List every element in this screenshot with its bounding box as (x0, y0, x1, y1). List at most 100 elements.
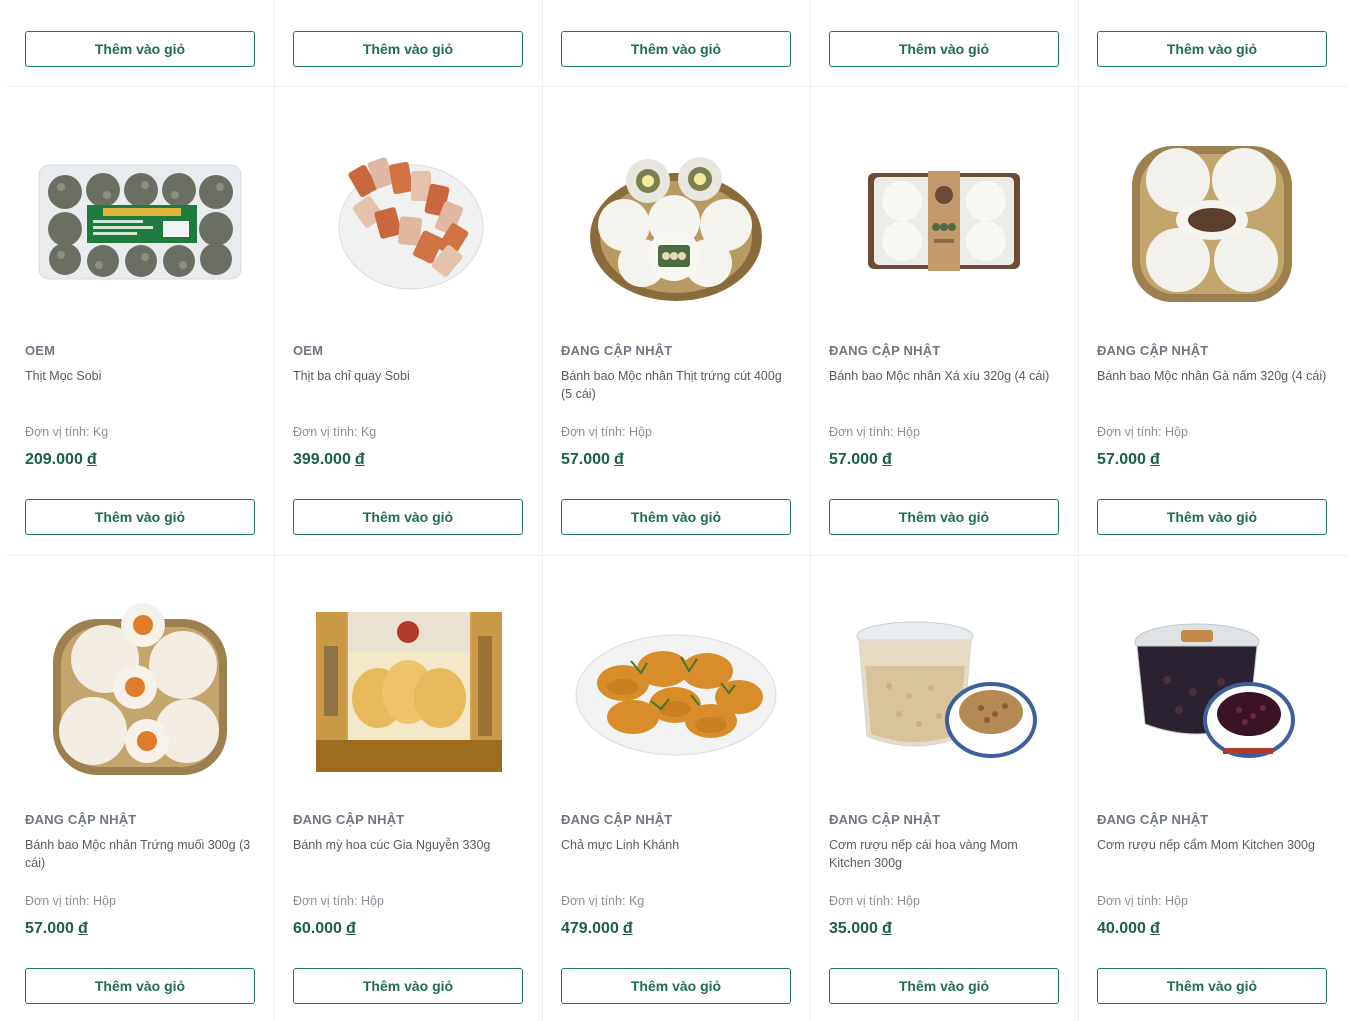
price-value: 57.000 (25, 920, 74, 937)
price-value: 479.000 (561, 920, 619, 937)
product-unit: Đơn vị tính: Kg (25, 425, 108, 439)
price-value: 57.000 (561, 451, 610, 468)
price-value: 57.000 (1097, 451, 1146, 468)
product-brand: ĐANG CẬP NHẬT (561, 812, 673, 827)
squid-cake-plate-image[interactable] (561, 596, 791, 786)
product-brand: ĐANG CẬP NHẬT (561, 343, 673, 358)
add-to-cart-button[interactable]: Thêm vào giỏ (1097, 31, 1327, 67)
black-rice-wine-tub-image[interactable] (1097, 596, 1327, 786)
add-to-cart-button[interactable]: Thêm vào giỏ (829, 499, 1059, 535)
unit-label: Đơn vị tính: (561, 425, 626, 439)
product-unit: Đơn vị tính: Hộp (829, 425, 920, 439)
product-card[interactable]: ĐANG CẬP NHẬT Bánh bao Mộc nhân Gà nấm 3… (1079, 87, 1347, 555)
unit-value: Hộp (896, 894, 920, 908)
product-card[interactable]: ĐANG CẬP NHẬT Bánh bao Mộc nhân Trứng mu… (7, 556, 275, 1021)
product-card-partial: Thêm vào giỏ (1079, 0, 1347, 86)
add-to-cart-button[interactable]: Thêm vào giỏ (1097, 968, 1327, 1004)
product-price: 57.000 đ (1097, 451, 1160, 469)
product-brand: ĐANG CẬP NHẬT (1097, 343, 1209, 358)
currency-symbol: đ (622, 920, 633, 937)
chicken-bun-basket-image[interactable] (1097, 127, 1327, 317)
product-card-partial: Thêm vào giỏ (7, 0, 275, 86)
product-price: 479.000 đ (561, 920, 633, 938)
product-card[interactable]: OEM Thịt ba chỉ quay Sobi Đơn vị tính: K… (275, 87, 543, 555)
meatball-tray-image[interactable] (25, 127, 255, 317)
unit-label: Đơn vị tính: (293, 425, 358, 439)
product-unit: Đơn vị tính: Kg (561, 894, 644, 908)
unit-label: Đơn vị tính: (561, 894, 626, 908)
currency-symbol: đ (881, 451, 892, 468)
currency-symbol: đ (86, 451, 97, 468)
product-price: 57.000 đ (25, 920, 88, 938)
product-unit: Đơn vị tính: Kg (293, 425, 376, 439)
unit-label: Đơn vị tính: (25, 894, 90, 908)
product-price: 40.000 đ (1097, 920, 1160, 938)
product-name[interactable]: Cơm rượu nếp cái hoa vàng Mom Kitchen 30… (829, 836, 1061, 872)
add-to-cart-button[interactable]: Thêm vào giỏ (25, 31, 255, 67)
currency-symbol: đ (881, 920, 892, 937)
add-to-cart-button[interactable]: Thêm vào giỏ (25, 499, 255, 535)
steamed-bun-box-image[interactable] (829, 127, 1059, 317)
product-brand: ĐANG CẬP NHẬT (293, 812, 405, 827)
currency-symbol: đ (1149, 451, 1160, 468)
product-card-partial: Thêm vào giỏ (275, 0, 543, 86)
product-name[interactable]: Bánh bao Mộc nhân Thịt trứng cút 400g (5… (561, 367, 793, 403)
brioche-bag-image[interactable] (293, 596, 523, 786)
product-brand: ĐANG CẬP NHẬT (829, 343, 941, 358)
product-name[interactable]: Bánh mỳ hoa cúc Gia Nguyễn 330g (293, 836, 525, 854)
add-to-cart-button[interactable]: Thêm vào giỏ (829, 31, 1059, 67)
product-name[interactable]: Bánh bao Mộc nhân Xá xíu 320g (4 cái) (829, 367, 1061, 385)
product-name[interactable]: Chả mực Linh Khánh (561, 836, 793, 854)
product-card-partial: Thêm vào giỏ (543, 0, 811, 86)
currency-symbol: đ (354, 451, 365, 468)
add-to-cart-button[interactable]: Thêm vào giỏ (1097, 499, 1327, 535)
add-to-cart-button[interactable]: Thêm vào giỏ (561, 31, 791, 67)
unit-label: Đơn vị tính: (829, 425, 894, 439)
add-to-cart-button[interactable]: Thêm vào giỏ (293, 968, 523, 1004)
add-to-cart-button[interactable]: Thêm vào giỏ (293, 31, 523, 67)
product-unit: Đơn vị tính: Hộp (829, 894, 920, 908)
steamed-bun-basket-image[interactable] (561, 127, 791, 317)
add-to-cart-button[interactable]: Thêm vào giỏ (561, 499, 791, 535)
product-card[interactable]: ĐANG CẬP NHẬT Cơm rượu nếp cẩm Mom Kitch… (1079, 556, 1347, 1021)
salted-egg-bun-image[interactable] (25, 596, 255, 786)
product-unit: Đơn vị tính: Hộp (293, 894, 384, 908)
product-price: 399.000 đ (293, 451, 365, 469)
product-brand: OEM (293, 343, 324, 358)
product-card[interactable]: ĐANG CẬP NHẬT Cơm rượu nếp cái hoa vàng … (811, 556, 1079, 1021)
product-row: ĐANG CẬP NHẬT Bánh bao Mộc nhân Trứng mu… (7, 556, 1348, 1021)
price-value: 399.000 (293, 451, 351, 468)
product-card[interactable]: OEM Thịt Mọc Sobi Đơn vị tính: Kg 209.00… (7, 87, 275, 555)
product-card[interactable]: ĐANG CẬP NHẬT Chả mực Linh Khánh Đơn vị … (543, 556, 811, 1021)
product-card[interactable]: ĐANG CẬP NHẬT Bánh bao Mộc nhân Thịt trứ… (543, 87, 811, 555)
product-name[interactable]: Bánh bao Mộc nhân Gà nấm 320g (4 cái) (1097, 367, 1329, 385)
currency-symbol: đ (1149, 920, 1160, 937)
product-name[interactable]: Thịt Mọc Sobi (25, 367, 257, 385)
add-to-cart-button[interactable]: Thêm vào giỏ (829, 968, 1059, 1004)
product-unit: Đơn vị tính: Hộp (1097, 425, 1188, 439)
price-value: 40.000 (1097, 920, 1146, 937)
unit-value: Hộp (1164, 425, 1188, 439)
add-to-cart-button[interactable]: Thêm vào giỏ (561, 968, 791, 1004)
product-card[interactable]: ĐANG CẬP NHẬT Bánh bao Mộc nhân Xá xíu 3… (811, 87, 1079, 555)
roast-pork-image[interactable] (293, 127, 523, 317)
product-name[interactable]: Cơm rượu nếp cẩm Mom Kitchen 300g (1097, 836, 1329, 854)
price-value: 35.000 (829, 920, 878, 937)
unit-label: Đơn vị tính: (829, 894, 894, 908)
add-to-cart-button[interactable]: Thêm vào giỏ (293, 499, 523, 535)
unit-label: Đơn vị tính: (25, 425, 90, 439)
product-row-top: Thêm vào giỏ Thêm vào giỏ Thêm vào giỏ T… (7, 0, 1348, 87)
product-brand: OEM (25, 343, 56, 358)
add-to-cart-button[interactable]: Thêm vào giỏ (25, 968, 255, 1004)
unit-value: Hộp (92, 894, 116, 908)
rice-wine-tub-image[interactable] (829, 596, 1059, 786)
unit-label: Đơn vị tính: (293, 894, 358, 908)
product-name[interactable]: Thịt ba chỉ quay Sobi (293, 367, 525, 385)
product-name[interactable]: Bánh bao Mộc nhân Trứng muối 300g (3 cái… (25, 836, 257, 872)
unit-label: Đơn vị tính: (1097, 894, 1162, 908)
currency-symbol: đ (77, 920, 88, 937)
product-card[interactable]: ĐANG CẬP NHẬT Bánh mỳ hoa cúc Gia Nguyễn… (275, 556, 543, 1021)
product-price: 57.000 đ (561, 451, 624, 469)
unit-value: Kg (360, 425, 377, 439)
product-unit: Đơn vị tính: Hộp (25, 894, 116, 908)
